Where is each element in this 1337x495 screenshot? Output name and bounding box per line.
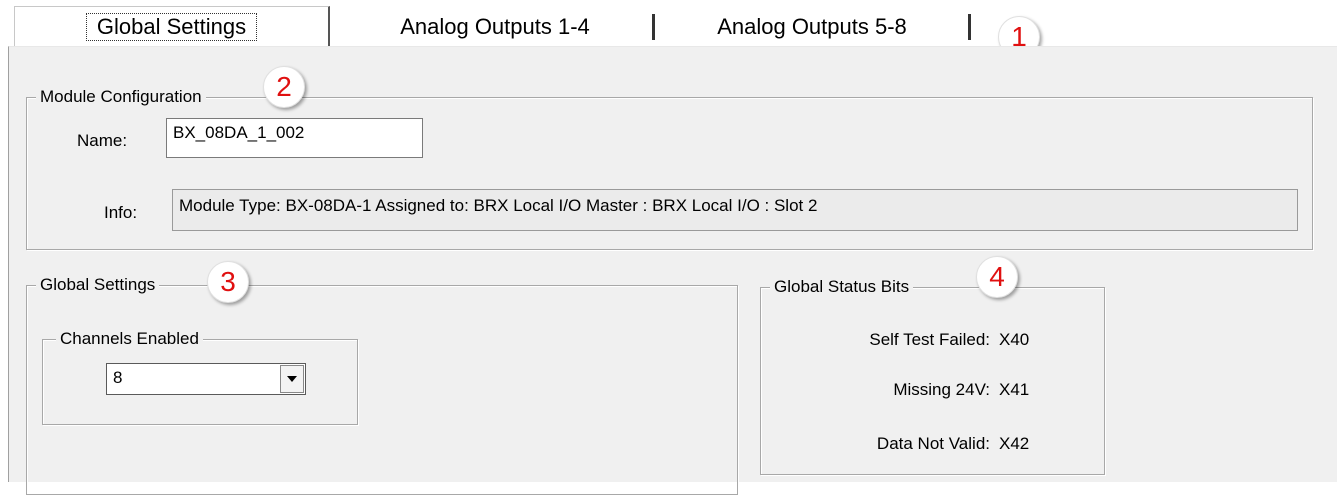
tab-label: Global Settings: [85, 12, 258, 41]
tab-label: Analog Outputs 1-4: [400, 14, 590, 39]
tab-analog-outputs-1-4[interactable]: Analog Outputs 1-4: [340, 8, 650, 46]
callout-2: 2: [263, 66, 305, 108]
info-label: Info:: [104, 203, 138, 222]
tab-analog-outputs-5-8[interactable]: Analog Outputs 5-8: [662, 8, 962, 46]
tab-separator: [968, 14, 971, 40]
info-field: Module Type: BX-08DA-1 Assigned to: BRX …: [172, 189, 1298, 231]
tab-global-settings[interactable]: Global Settings: [14, 6, 330, 46]
status-label-self-test: Self Test Failed:: [869, 330, 990, 349]
status-value-self-test: X40: [999, 330, 1030, 349]
module-configuration-title: Module Configuration: [36, 87, 206, 107]
status-value-data-not-valid: X42: [999, 434, 1030, 453]
tab-separator: [652, 14, 655, 40]
callout-3: 3: [207, 261, 249, 303]
global-status-bits-title: Global Status Bits: [770, 277, 914, 297]
chevron-down-icon[interactable]: [280, 365, 304, 393]
tab-label: Analog Outputs 5-8: [717, 14, 907, 39]
status-label-missing-24v: Missing 24V:: [893, 380, 990, 399]
name-label: Name:: [77, 131, 128, 150]
global-settings-title: Global Settings: [36, 275, 160, 295]
channels-enabled-select[interactable]: 8: [106, 363, 306, 395]
status-label-data-not-valid: Data Not Valid:: [876, 434, 990, 453]
channels-enabled-title: Channels Enabled: [56, 329, 203, 349]
name-field[interactable]: BX_08DA_1_002: [166, 118, 423, 158]
status-value-missing-24v: X41: [999, 380, 1030, 399]
callout-4: 4: [976, 256, 1018, 298]
channels-enabled-value: 8: [113, 368, 123, 387]
